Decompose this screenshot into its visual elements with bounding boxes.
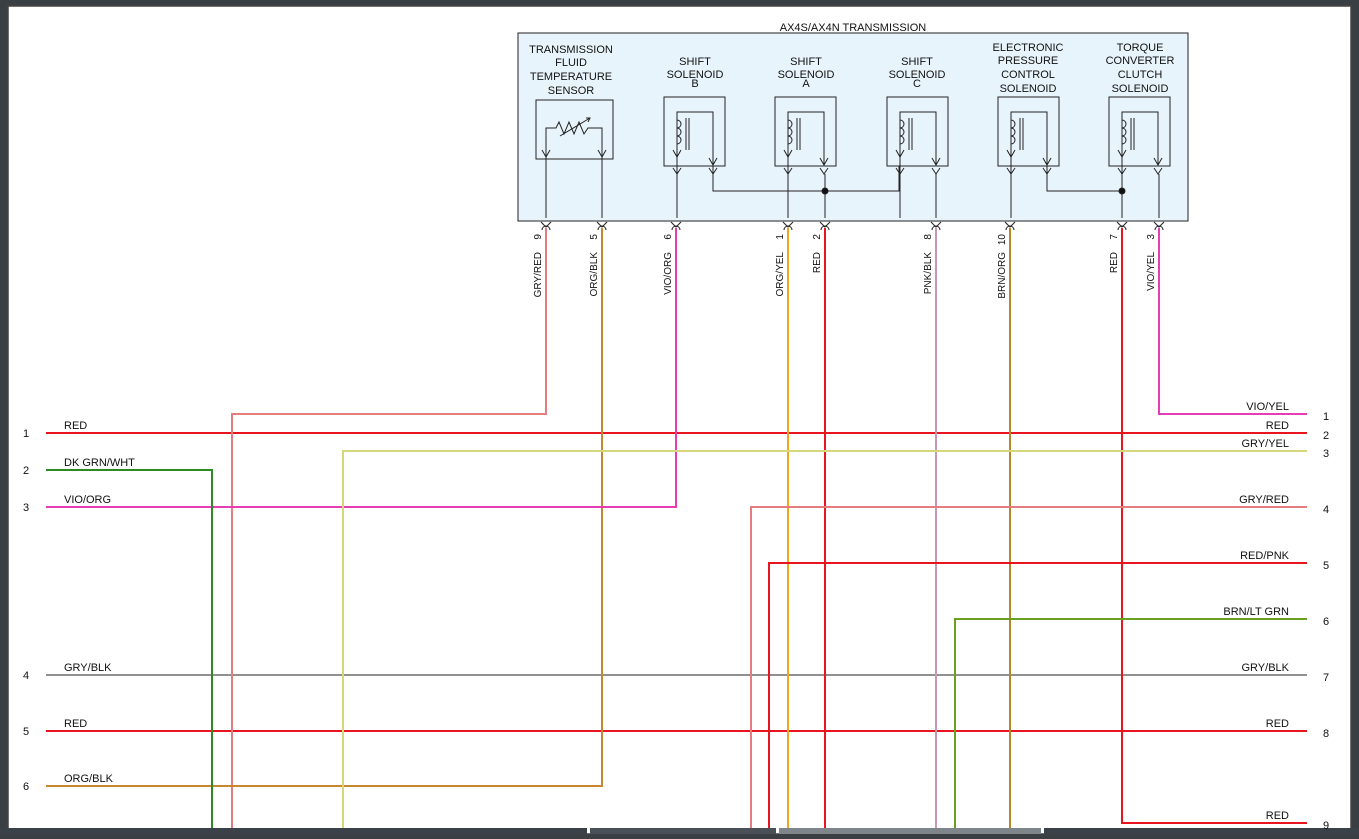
left-pin-number: 4 [23, 670, 29, 682]
pin-number: 1 [775, 234, 786, 240]
pin-wire-color: RED [812, 252, 823, 273]
pin-wire-color: RED [1109, 252, 1120, 273]
pin-number: 5 [589, 234, 600, 240]
pin-wire-color: VIO/ORG [663, 252, 674, 295]
svg-text:SHIFT: SHIFT [790, 56, 822, 68]
pin-number: 3 [1146, 234, 1157, 240]
svg-text:CONTROL: CONTROL [1001, 69, 1055, 81]
pin-wire-color: ORG/BLK [589, 252, 600, 297]
left-pin-number: 1 [23, 428, 29, 440]
pin-wire-color: VIO/YEL [1146, 252, 1157, 291]
pin-number: 10 [997, 234, 1008, 246]
left-wire-label: RED [64, 420, 87, 432]
svg-text:ELECTRONIC: ELECTRONIC [993, 42, 1064, 54]
wiring-diagram: AX4S/AX4N TRANSMISSION TRANSMISSION FLUI… [0, 5, 1359, 835]
left-wire-label: ORG/BLK [64, 773, 114, 785]
svg-text:TRANSMISSION: TRANSMISSION [529, 44, 613, 56]
right-pin-number: 4 [1323, 504, 1329, 516]
svg-text:CONVERTER: CONVERTER [1106, 55, 1175, 67]
right-pin-number: 1 [1323, 411, 1329, 423]
svg-text:TORQUE: TORQUE [1117, 42, 1164, 54]
svg-text:PRESSURE: PRESSURE [998, 55, 1059, 67]
right-wire-label: BRN/LT GRN [1223, 606, 1289, 618]
svg-text:B: B [691, 78, 698, 90]
svg-text:FLUID: FLUID [555, 57, 587, 69]
left-wire-label: GRY/BLK [64, 662, 112, 674]
left-pin-number: 6 [23, 781, 29, 793]
right-wire-label: GRY/YEL [1242, 438, 1290, 450]
right-wire-label: GRY/RED [1239, 494, 1289, 506]
svg-text:SHIFT: SHIFT [679, 56, 711, 68]
pin-number: 7 [1109, 234, 1120, 240]
right-wire-label: RED [1266, 718, 1289, 730]
svg-text:SOLENOID: SOLENOID [1112, 83, 1169, 95]
left-pin-number: 3 [23, 502, 29, 514]
pin-number: 6 [663, 234, 674, 240]
pin-wire-color: GRY/RED [533, 252, 544, 297]
right-pin-number: 6 [1323, 616, 1329, 628]
left-wire-label: RED [64, 718, 87, 730]
svg-text:C: C [913, 78, 921, 90]
component-epc-label: ELECTRONIC PRESSURE CONTROL SOLENOID [993, 42, 1064, 95]
pin-number: 8 [923, 234, 934, 240]
svg-text:SENSOR: SENSOR [548, 85, 595, 97]
right-wire-label: RED [1266, 420, 1289, 432]
left-pin-number: 5 [23, 726, 29, 738]
right-pin-number: 9 [1323, 820, 1329, 832]
pin-wire-color: PNK/BLK [923, 252, 934, 295]
left-pin-number: 2 [23, 465, 29, 477]
right-wire-label: RED/PNK [1240, 550, 1290, 562]
right-pin-number: 3 [1323, 448, 1329, 460]
left-wire-label: VIO/ORG [64, 494, 111, 506]
svg-text:CLUTCH: CLUTCH [1118, 69, 1163, 81]
right-pin-number: 5 [1323, 560, 1329, 572]
svg-text:A: A [802, 78, 810, 90]
transmission-box [517, 32, 1189, 222]
right-pin-number: 8 [1323, 728, 1329, 740]
pin-number: 2 [812, 234, 823, 240]
transmission-title: AX4S/AX4N TRANSMISSION [780, 22, 927, 34]
svg-text:SOLENOID: SOLENOID [1000, 83, 1057, 95]
bottom-tab-2[interactable] [590, 828, 776, 834]
svg-text:TEMPERATURE: TEMPERATURE [530, 71, 612, 83]
pin-wire-color: BRN/ORG [997, 252, 1008, 299]
diagram-window: AX4S/AX4N TRANSMISSION TRANSMISSION FLUI… [0, 0, 1359, 835]
bottom-tab-3[interactable] [779, 828, 1041, 834]
left-wire-label: DK GRN/WHT [64, 457, 135, 469]
right-wire-label: VIO/YEL [1246, 401, 1289, 413]
right-pin-number: 2 [1323, 430, 1329, 442]
right-wire-label: GRY/BLK [1242, 662, 1290, 674]
bottom-tab-4[interactable] [1044, 828, 1359, 834]
right-pin-number: 7 [1323, 672, 1329, 684]
right-wire-label: RED [1266, 810, 1289, 822]
svg-text:SHIFT: SHIFT [901, 56, 933, 68]
bottom-tab-1[interactable] [0, 828, 587, 834]
pin-number: 9 [533, 234, 544, 240]
pin-wire-color: ORG/YEL [775, 252, 786, 297]
